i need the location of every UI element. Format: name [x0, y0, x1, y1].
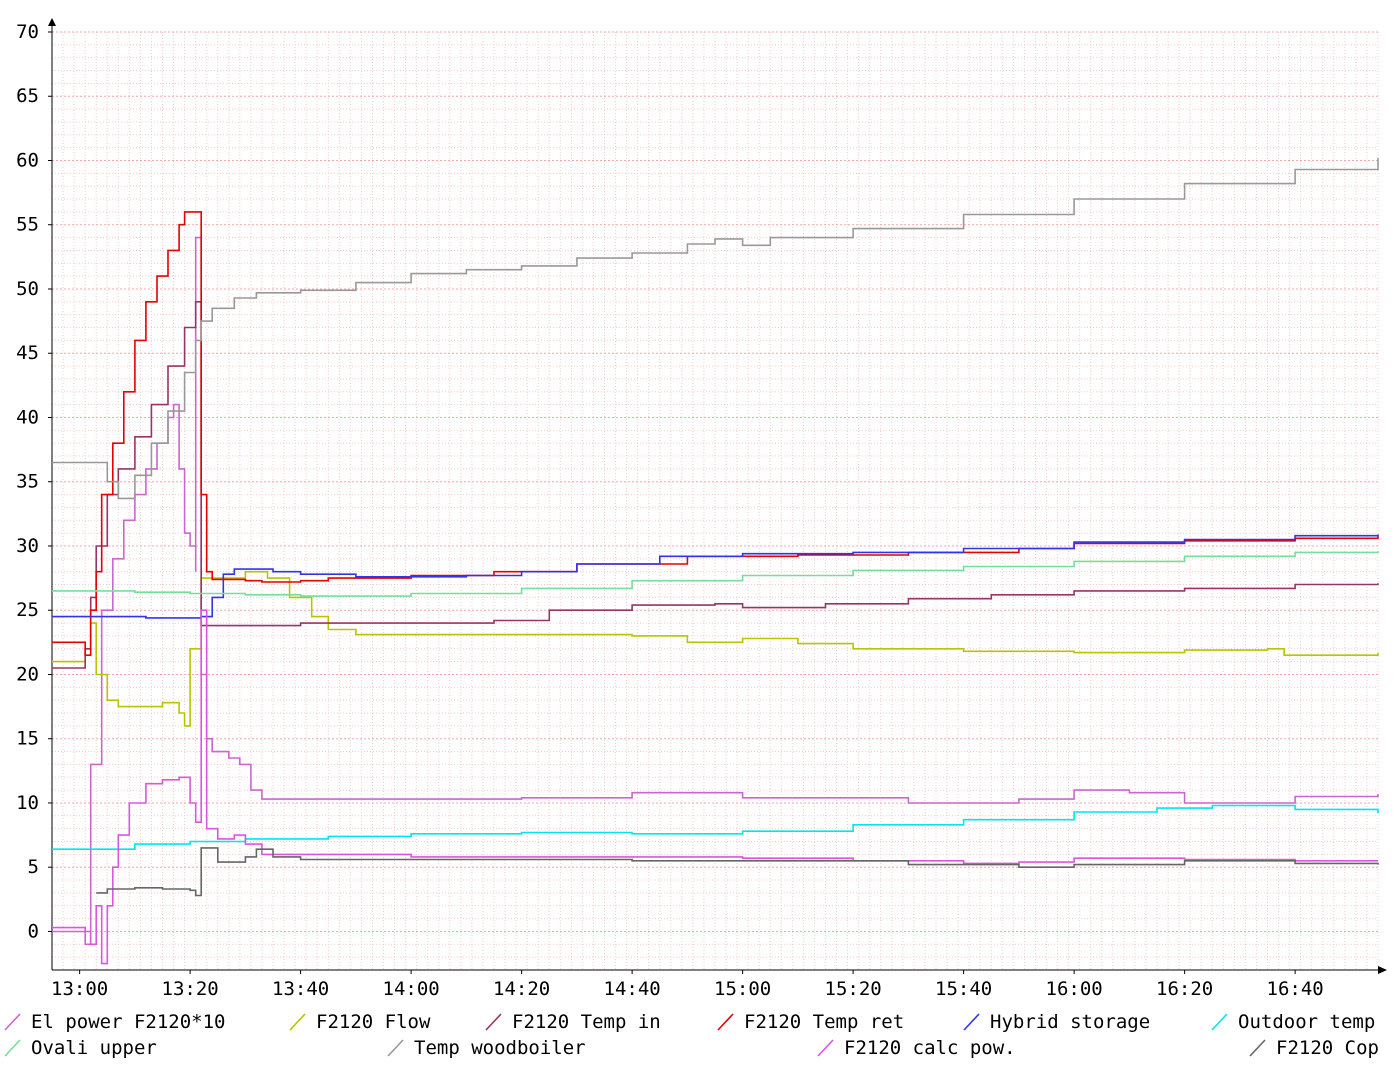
x-tick-label: 14:00 — [383, 978, 440, 1000]
y-tick-label: 5 — [28, 856, 39, 878]
x-tick-label: 16:40 — [1267, 978, 1324, 1000]
legend-label: Outdoor temp — [1238, 1011, 1375, 1033]
axes — [48, 18, 1387, 974]
y-tick-label: 65 — [16, 85, 39, 107]
x-tick-label: 16:00 — [1046, 978, 1103, 1000]
y-tick-label: 40 — [16, 406, 39, 428]
legend-swatch — [4, 1013, 21, 1031]
legend-label: F2120 Cop — [1276, 1037, 1379, 1059]
line-chart: 0510152025303540455055606570 13:00 13:20 1… — [4, 18, 1387, 1059]
series-line-7 — [52, 157, 1379, 500]
legend-label: F2120 Temp in — [512, 1011, 661, 1033]
y-tick-label: 45 — [16, 342, 39, 364]
legend-label: F2120 Flow — [316, 1011, 431, 1033]
x-axis-ticks: 13:00 13:20 13:40 14:00 14:20 14:40 15:00 15:20… — [51, 970, 1324, 1000]
legend-swatch — [963, 1013, 980, 1031]
y-tick-label: 60 — [16, 149, 39, 171]
x-axis-arrow — [1378, 966, 1387, 974]
y-axis-arrow — [48, 18, 56, 26]
legend-label: El power F2120*10 — [31, 1011, 225, 1033]
x-tick-label: 16:20 — [1156, 978, 1213, 1000]
legend-swatch — [717, 1013, 734, 1031]
legend-label: Hybrid storage — [990, 1011, 1150, 1033]
y-tick-label: 50 — [16, 278, 39, 300]
x-tick-label: 15:40 — [935, 978, 992, 1000]
x-tick-label: 15:20 — [825, 978, 882, 1000]
legend-swatch — [1249, 1039, 1266, 1057]
legend-label: F2120 Temp ret — [744, 1011, 904, 1033]
x-tick-label: 13:20 — [162, 978, 219, 1000]
legend-swatch — [1211, 1013, 1228, 1031]
legend-swatch — [4, 1039, 21, 1057]
legend-swatch — [289, 1013, 306, 1031]
x-tick-label: 14:20 — [493, 978, 550, 1000]
y-tick-label: 35 — [16, 471, 39, 493]
legend-swatch — [387, 1039, 404, 1057]
legend-swatch — [817, 1039, 834, 1057]
legend-label: Ovali upper — [31, 1037, 157, 1059]
legend-label: Temp woodboiler — [414, 1037, 586, 1059]
y-tick-label: 20 — [16, 663, 39, 685]
x-tick-label: 13:40 — [272, 978, 329, 1000]
y-tick-label: 15 — [16, 728, 39, 750]
y-tick-label: 0 — [28, 920, 39, 942]
y-axis-ticks: 0 5 10 15 20 25 30 35 40 45 50 55 60 65 70 — [16, 21, 52, 942]
x-tick-label: 15:00 — [714, 978, 771, 1000]
y-tick-label: 10 — [16, 792, 39, 814]
grid — [51, 31, 1379, 970]
y-tick-label: 55 — [16, 214, 39, 236]
x-tick-label: 14:40 — [604, 978, 661, 1000]
legend: El power F2120*10 F2120 Flow F2120 Temp in… — [4, 1011, 1379, 1059]
y-tick-label: 30 — [16, 535, 39, 557]
legend-label: F2120 calc pow. — [844, 1037, 1016, 1059]
y-tick-label: 70 — [16, 21, 39, 43]
x-tick-label: 13:00 — [51, 978, 108, 1000]
y-tick-label: 25 — [16, 599, 39, 621]
legend-swatch — [485, 1013, 502, 1031]
